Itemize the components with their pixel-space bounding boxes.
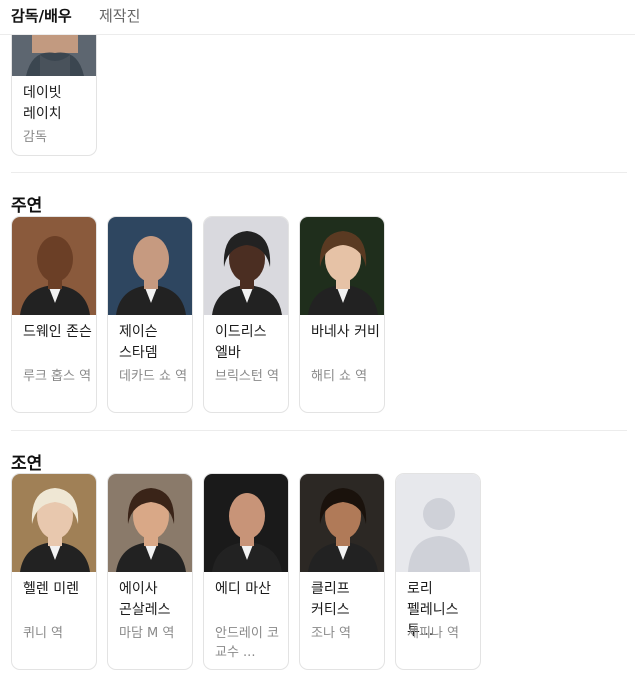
cast-photo	[108, 474, 192, 572]
cast-name: 드웨인 존슨	[23, 324, 92, 340]
tab-crew[interactable]: 제작진	[99, 5, 140, 26]
cast-photo	[300, 474, 384, 572]
cast-role: 세피나 역	[407, 626, 459, 641]
cast-photo	[108, 217, 192, 315]
cast-photo	[12, 474, 96, 572]
cast-card[interactable]: 에디 마산안드레이 코 교수 ...	[203, 473, 289, 670]
director-name: 데이빗 레이치	[23, 85, 62, 122]
cast-card[interactable]: 에이사 곤살레스마담 M 역	[107, 473, 193, 670]
cast-photo	[12, 217, 96, 315]
cast-name: 제이슨 스타뎀	[119, 324, 158, 361]
tab-bar: 감독/배우 제작진	[0, 0, 635, 35]
cast-role: 루크 홉스 역	[23, 369, 92, 384]
cast-card[interactable]: 제이슨 스타뎀데카드 쇼 역	[107, 216, 193, 413]
cast-role: 해티 쇼 역	[311, 369, 368, 384]
section-divider	[11, 430, 627, 431]
director-role: 감독	[23, 130, 47, 145]
director-photo	[12, 35, 96, 76]
section-title-lead: 주연	[11, 196, 43, 216]
cast-name: 에이사 곤살레스	[119, 581, 171, 618]
cast-role: 조나 역	[311, 626, 352, 641]
cast-card[interactable]: 바네사 커비해티 쇼 역	[299, 216, 385, 413]
cast-card[interactable]: 드웨인 존슨루크 홉스 역	[11, 216, 97, 413]
cast-card[interactable]: 클리프 커티스조나 역	[299, 473, 385, 670]
cast-role: 마담 M 역	[119, 626, 175, 641]
cast-photo	[204, 217, 288, 315]
cast-name: 이드리스 엘바	[215, 324, 267, 361]
cast-photo	[396, 474, 480, 572]
cast-name: 바네사 커비	[311, 324, 380, 340]
cast-role: 안드레이 코 교수 ...	[215, 626, 279, 660]
cast-card[interactable]: 로리 펠레니스 투... 세피나 역	[395, 473, 481, 670]
director-card[interactable]: 데이빗 레이치 감독	[11, 35, 97, 156]
cast-photo	[300, 217, 384, 315]
cast-card[interactable]: 이드리스 엘바브릭스턴 역	[203, 216, 289, 413]
cast-card[interactable]: 헬렌 미렌퀴니 역	[11, 473, 97, 670]
tab-director-cast[interactable]: 감독/배우	[11, 5, 72, 26]
cast-role: 퀴니 역	[23, 626, 64, 641]
cast-name: 에디 마산	[215, 581, 271, 597]
cast-photo	[204, 474, 288, 572]
cast-role: 브릭스턴 역	[215, 369, 279, 384]
cast-name: 헬렌 미렌	[23, 581, 79, 597]
cast-name: 클리프 커티스	[311, 581, 350, 618]
cast-role: 데카드 쇼 역	[119, 369, 188, 384]
section-title-supporting: 조연	[11, 454, 43, 474]
section-divider	[11, 172, 627, 173]
